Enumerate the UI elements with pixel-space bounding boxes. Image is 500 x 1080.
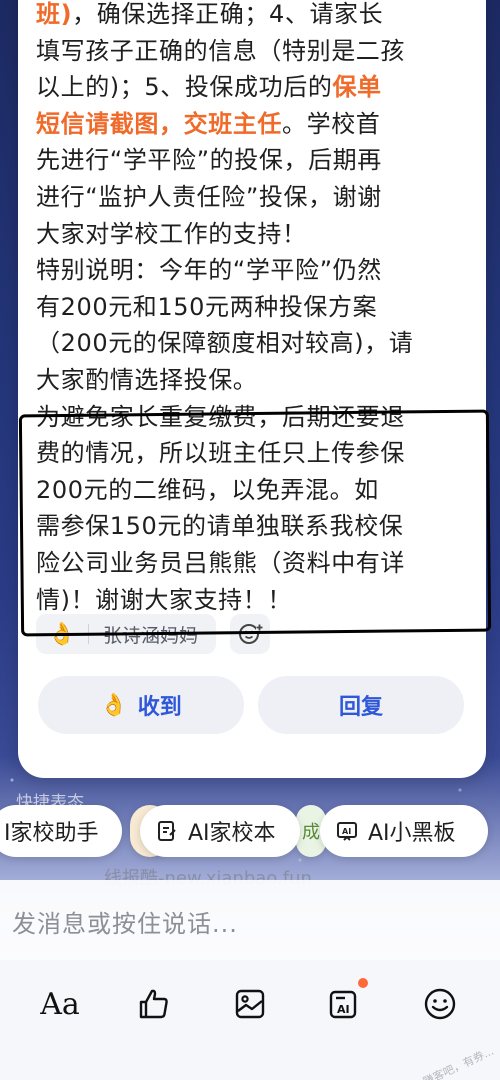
highlight-text: 保单 (332, 73, 382, 102)
notification-dot (358, 978, 368, 988)
text-segment: 以上的)；5、投保成功后的 (36, 73, 333, 102)
input-placeholder: 发消息或按住说话... (12, 910, 238, 938)
quick-action-bar: I家校助手 周 成 AI家校本 AI AI小黑板 (0, 805, 500, 861)
quick-item-label: I家校助手 (4, 821, 99, 846)
emoji-icon[interactable] (418, 982, 462, 1026)
message-card: 班)，确保选择正确；4、请家长 填写孩子正确的信息（特别是二孩 以上的)；5、投… (18, 0, 486, 778)
ok-hand-icon: 👌 (100, 692, 128, 718)
message-line: 以上的)；5、投保成功后的保单 (36, 69, 476, 106)
svg-text:AI: AI (342, 827, 351, 836)
like-icon[interactable] (132, 982, 176, 1026)
acknowledge-label: 收到 (137, 695, 182, 720)
image-icon[interactable] (228, 982, 272, 1026)
message-line: 特别说明：今年的“学平险”仍然 (36, 256, 382, 285)
message-line: 填写孩子正确的信息（特别是二孩 (36, 36, 405, 65)
text-segment: 。学校首 (282, 109, 381, 138)
quick-item-assistant[interactable]: I家校助手 (0, 805, 122, 857)
quick-item-homework[interactable]: AI家校本 (140, 805, 300, 857)
highlight-text: 短信请截图，交班主任 (36, 109, 282, 138)
text-segment: ，确保选择正确；4、请家长 (72, 0, 384, 28)
quick-item-label: AI家校本 (188, 821, 276, 846)
font-label: Aa (40, 986, 80, 1022)
hand-drawn-highlight-box (18, 409, 492, 637)
message-input[interactable]: 发消息或按住说话... (0, 880, 500, 960)
quick-item-label: AI小黑板 (368, 821, 456, 846)
message-line: 班)，确保选择正确；4、请家长 (36, 0, 476, 33)
message-line: 有200元和150元两种投保方案 (36, 292, 378, 321)
svg-text:AI: AI (337, 1003, 350, 1016)
message-line: 先进行“学平险”的投保，后期再 (36, 146, 382, 175)
quick-item-blackboard[interactable]: AI AI小黑板 (320, 805, 488, 857)
message-line: 大家对学校工作的支持！ (36, 219, 307, 248)
highlight-text: 班) (36, 0, 73, 28)
message-line: 进行“监护人责任险”投保，谢谢 (36, 182, 382, 211)
reply-label: 回复 (338, 695, 383, 720)
acknowledge-button[interactable]: 👌 收到 (38, 676, 244, 734)
reply-button[interactable]: 回复 (258, 676, 464, 734)
quick-item-peek-label: 成 (302, 822, 320, 843)
message-line: 大家酌情选择投保。 (36, 365, 258, 394)
corner-watermark: 赚客吧，有券... (420, 1044, 496, 1080)
bottom-toolbar: Aa AI 赚客吧，有券... (0, 960, 500, 1080)
ai-board-icon: AI (336, 820, 358, 842)
font-icon[interactable]: Aa (38, 982, 82, 1026)
notebook-icon (156, 820, 178, 842)
ai-icon[interactable]: AI (322, 978, 368, 1026)
message-line: （200元的保障额度相对较高)，请 (36, 329, 414, 358)
message-line: 短信请截图，交班主任。学校首 (36, 106, 476, 143)
